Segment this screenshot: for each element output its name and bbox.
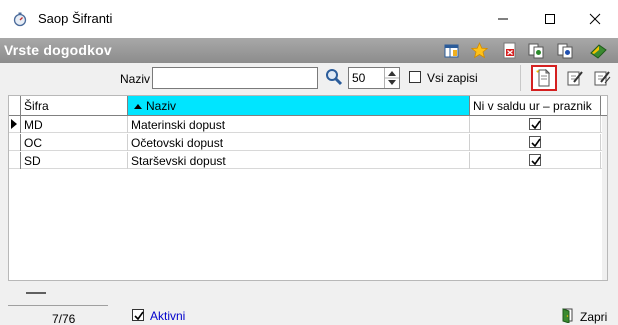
- table-row[interactable]: OC Očetovski dopust: [9, 134, 607, 151]
- record-limit-value: 50: [352, 71, 366, 85]
- column-header-sifra[interactable]: Šifra: [21, 96, 128, 115]
- horizontal-scrollbar-thumb[interactable]: [26, 292, 46, 294]
- vertical-scrollbar[interactable]: [602, 116, 607, 280]
- favorite-star-icon[interactable]: [470, 41, 489, 60]
- edit-multiple-button[interactable]: [592, 68, 612, 88]
- row-selector[interactable]: [9, 152, 21, 169]
- filter-bar: Naziv 50 Vsi zapisi: [0, 63, 618, 93]
- cell-ni-v-saldu[interactable]: [470, 134, 601, 151]
- new-record-button[interactable]: [531, 65, 557, 91]
- zapri-label: Zapri: [580, 310, 608, 324]
- table-row[interactable]: SD Starševski dopust: [9, 152, 607, 169]
- vsi-zapisi-checkbox[interactable]: [409, 71, 421, 83]
- cell-sifra[interactable]: OC: [21, 134, 128, 151]
- minimize-icon: [498, 18, 508, 20]
- cell-naziv[interactable]: Očetovski dopust: [128, 134, 470, 151]
- row-selector[interactable]: [9, 116, 21, 133]
- record-count-text: 7/76: [52, 312, 76, 325]
- column-header-sifra-label: Šifra: [24, 99, 49, 113]
- checkmark-icon: [134, 311, 144, 321]
- column-header-ni-v-saldu-label: Ni v saldu ur – praznik: [473, 99, 592, 113]
- grid-header: Šifra Naziv Ni v saldu ur – praznik: [9, 96, 607, 116]
- column-header-ni-v-saldu[interactable]: Ni v saldu ur – praznik: [470, 96, 601, 115]
- stepper-arrows-icon: [385, 71, 399, 85]
- column-header-naziv-label: Naziv: [146, 99, 177, 113]
- toolbar-divider: [520, 65, 521, 91]
- column-chooser-icon[interactable]: [442, 41, 461, 60]
- checkbox-ni-v-saldu[interactable]: [529, 154, 541, 166]
- close-zapri-button[interactable]: Zapri: [560, 305, 618, 325]
- checkmark-icon: [531, 156, 541, 166]
- records-grid: Šifra Naziv Ni v saldu ur – praznik MD M…: [8, 95, 608, 281]
- naziv-search-input[interactable]: [152, 67, 318, 89]
- cell-sifra[interactable]: MD: [21, 116, 128, 133]
- checkmark-icon: [531, 138, 541, 148]
- record-counter: 7/76: [8, 305, 108, 325]
- maximize-icon: [545, 14, 555, 24]
- edit-record-icon: [567, 71, 583, 86]
- close-icon: [589, 13, 601, 25]
- vsi-zapisi-label: Vsi zapisi: [427, 71, 478, 85]
- cell-naziv[interactable]: Materinski dopust: [128, 116, 470, 133]
- record-limit-stepper[interactable]: 50: [348, 67, 400, 89]
- copy-records-icon[interactable]: [527, 41, 546, 60]
- naziv-label: Naziv: [120, 72, 151, 86]
- module-title: Vrste dogodkov: [4, 42, 112, 58]
- maximize-button[interactable]: [527, 0, 573, 38]
- checkmark-icon: [531, 120, 541, 130]
- cell-sifra[interactable]: SD: [21, 152, 128, 169]
- close-button[interactable]: [572, 0, 618, 38]
- checkbox-ni-v-saldu[interactable]: [529, 136, 541, 148]
- export-pdf-icon[interactable]: [500, 41, 519, 60]
- stepper-arrows[interactable]: [384, 68, 399, 88]
- aktivni-checkbox[interactable]: [132, 309, 144, 321]
- aktivni-label: Aktivni: [150, 309, 186, 323]
- exit-door-icon: [560, 307, 576, 324]
- row-selector-header: [9, 96, 21, 115]
- cell-naziv[interactable]: Starševski dopust: [128, 152, 470, 169]
- checkbox-ni-v-saldu[interactable]: [529, 118, 541, 130]
- module-header: Vrste dogodkov: [0, 38, 618, 63]
- title-bar: Saop Šifranti: [0, 0, 618, 38]
- minimize-button[interactable]: [480, 0, 526, 38]
- column-header-naziv[interactable]: Naziv: [128, 96, 470, 115]
- cell-ni-v-saldu[interactable]: [470, 116, 601, 133]
- new-record-icon: [536, 69, 551, 87]
- cell-ni-v-saldu[interactable]: [470, 152, 601, 169]
- sort-ascending-icon: [134, 103, 142, 109]
- window-title: Saop Šifranti: [38, 11, 113, 26]
- stopwatch-icon: [12, 11, 28, 27]
- row-selector[interactable]: [9, 134, 21, 151]
- print-records-icon[interactable]: [556, 41, 575, 60]
- magnifier-icon[interactable]: [325, 68, 343, 86]
- edit-multiple-icon: [594, 71, 611, 86]
- current-record-icon: [11, 119, 17, 129]
- table-row[interactable]: MD Materinski dopust: [9, 116, 607, 133]
- app-window: Saop Šifranti Vrste dogodkov Naziv 50 Vs…: [0, 0, 618, 325]
- edit-record-button[interactable]: [565, 68, 585, 88]
- exit-book-icon[interactable]: [589, 41, 608, 60]
